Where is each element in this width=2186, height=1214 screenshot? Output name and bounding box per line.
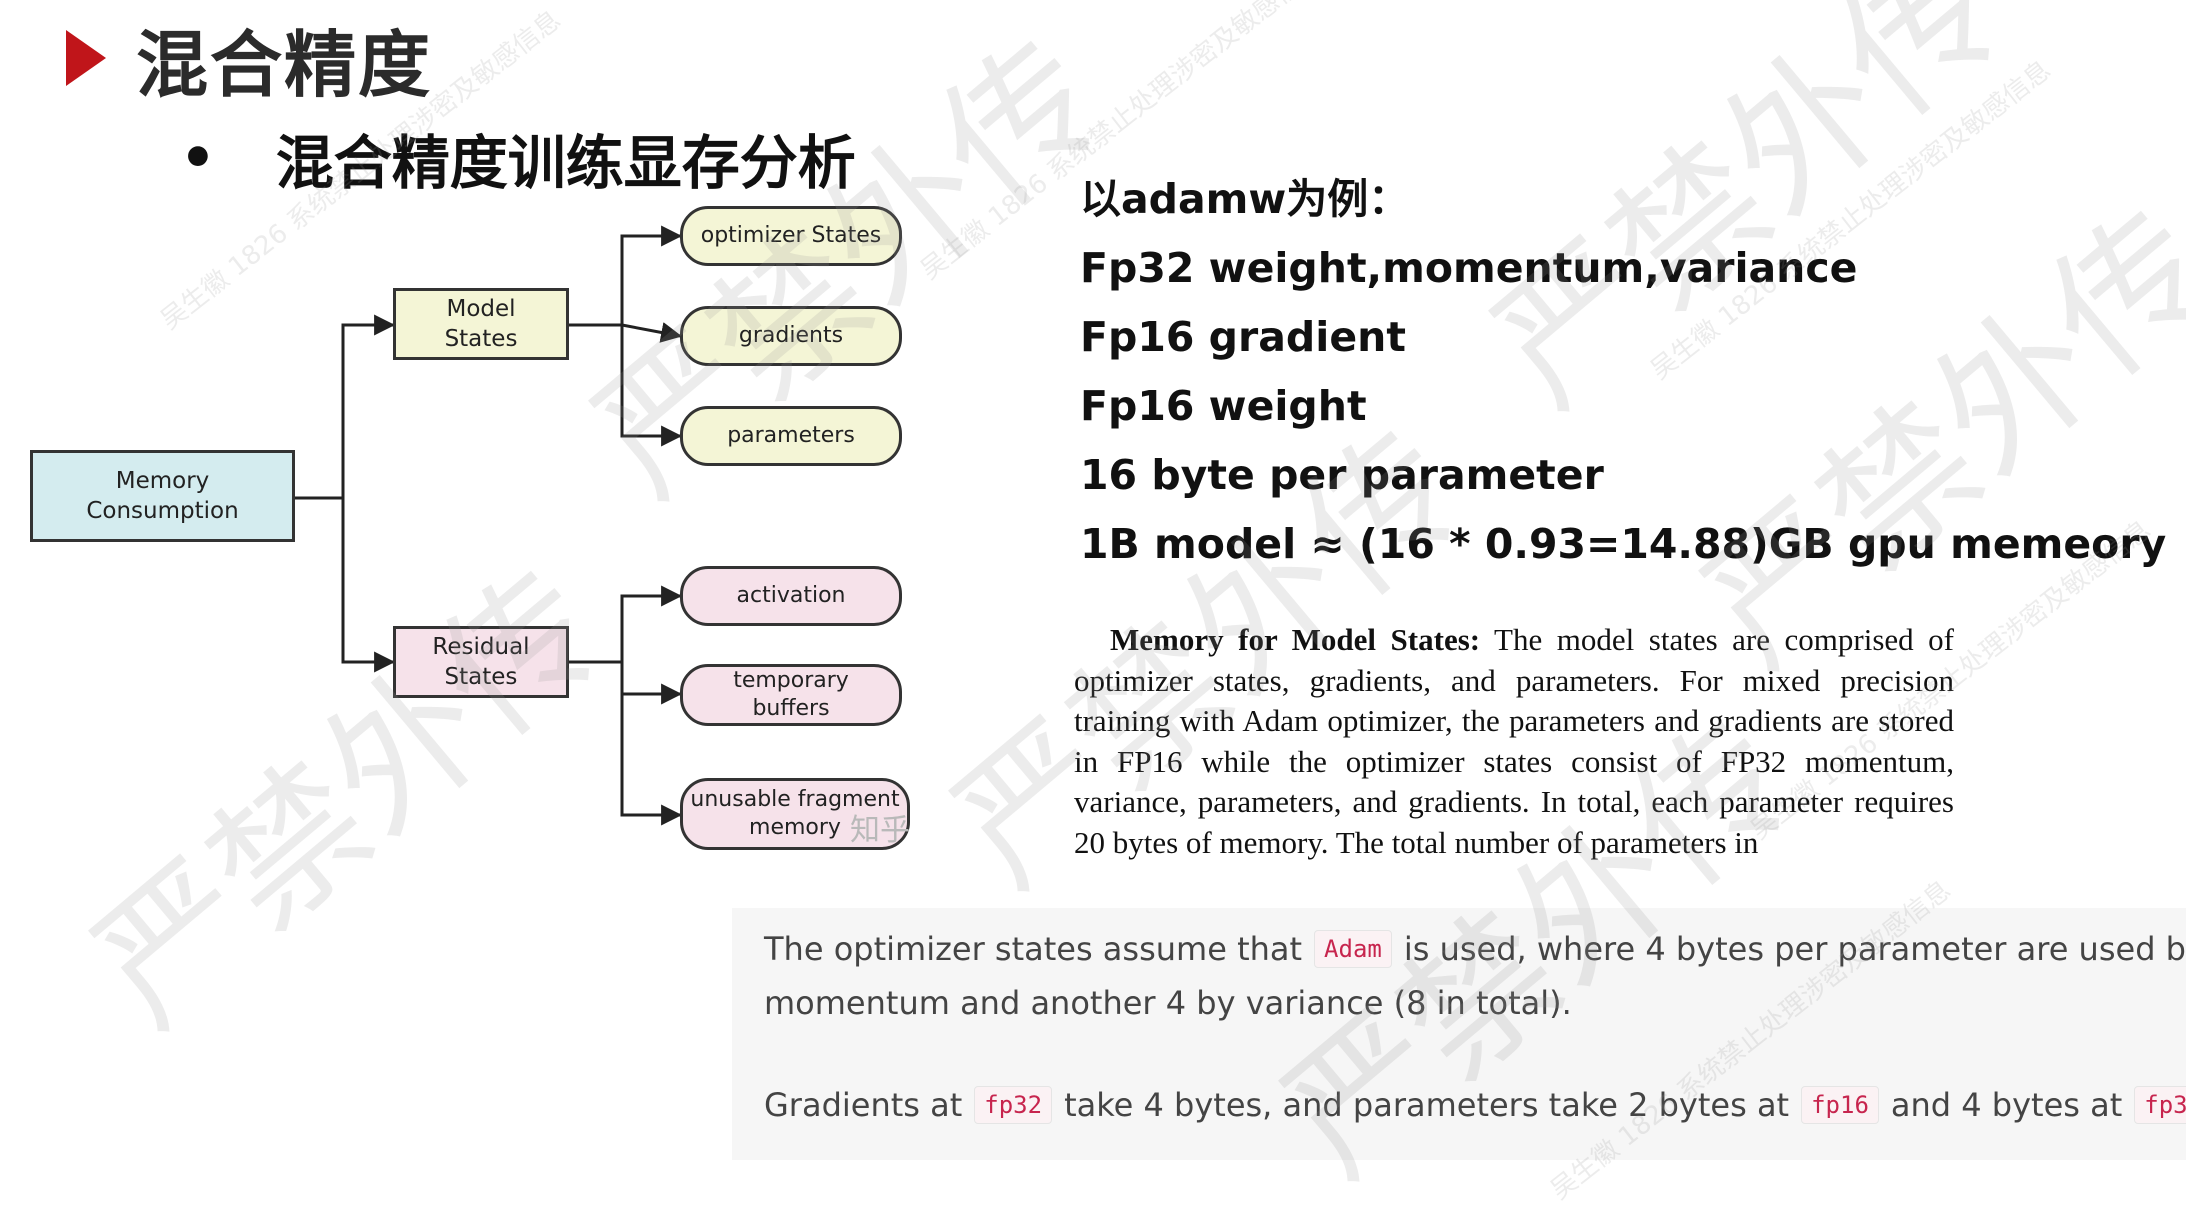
doc-block: The optimizer states assume that Adam is… xyxy=(732,908,2186,1160)
notes-line: Fp32 weight,momentum,variance xyxy=(1080,244,1858,292)
node-residual-states: Residual States xyxy=(393,626,569,698)
title-triangle-icon xyxy=(66,30,106,86)
leaf-parameters: parameters xyxy=(680,406,902,466)
notes-line: 以adamw为例： xyxy=(1080,175,1410,223)
zhihu-credit: 知乎 xyxy=(850,813,910,848)
slide-title: 混合精度 xyxy=(66,18,432,107)
leaf-gradients: gradients xyxy=(680,306,902,366)
doc-line-1: The optimizer states assume that Adam is… xyxy=(764,930,2186,968)
paper-body: The model states are comprised of optimi… xyxy=(1074,622,1954,860)
notes-line: Fp16 gradient xyxy=(1080,313,1406,361)
notes-line: Fp16 weight xyxy=(1080,382,1367,430)
leaf-temporary-buffers: temporary buffers xyxy=(680,664,902,726)
paper-heading: Memory for Model States: xyxy=(1110,622,1481,657)
leaf-optimizer-states: optimizer States xyxy=(680,206,902,266)
notes-line: 16 byte per parameter xyxy=(1080,451,1604,499)
paper-excerpt: Memory for Model States: The model state… xyxy=(1074,620,1954,875)
doc-line-2: momentum and another 4 by variance (8 in… xyxy=(764,984,1572,1022)
notes-block: 以adamw为例： Fp32 weight,momentum,variance … xyxy=(1080,165,2166,579)
notes-line: 1B model ≈ (16 * 0.93=14.88)GB gpu memeo… xyxy=(1080,520,2167,568)
node-model-states: Model States xyxy=(393,288,569,360)
code-fp32: fp32 xyxy=(974,1086,1053,1124)
code-fp32-second: fp32 xyxy=(2134,1086,2186,1124)
leaf-activation: activation xyxy=(680,566,902,626)
title-text: 混合精度 xyxy=(136,22,433,107)
doc-line-3: Gradients at fp32 take 4 bytes, and para… xyxy=(764,1086,2186,1124)
code-fp16: fp16 xyxy=(1801,1086,1879,1124)
code-adam: Adam xyxy=(1314,930,1392,968)
node-memory-consumption: Memory Consumption xyxy=(30,450,295,542)
